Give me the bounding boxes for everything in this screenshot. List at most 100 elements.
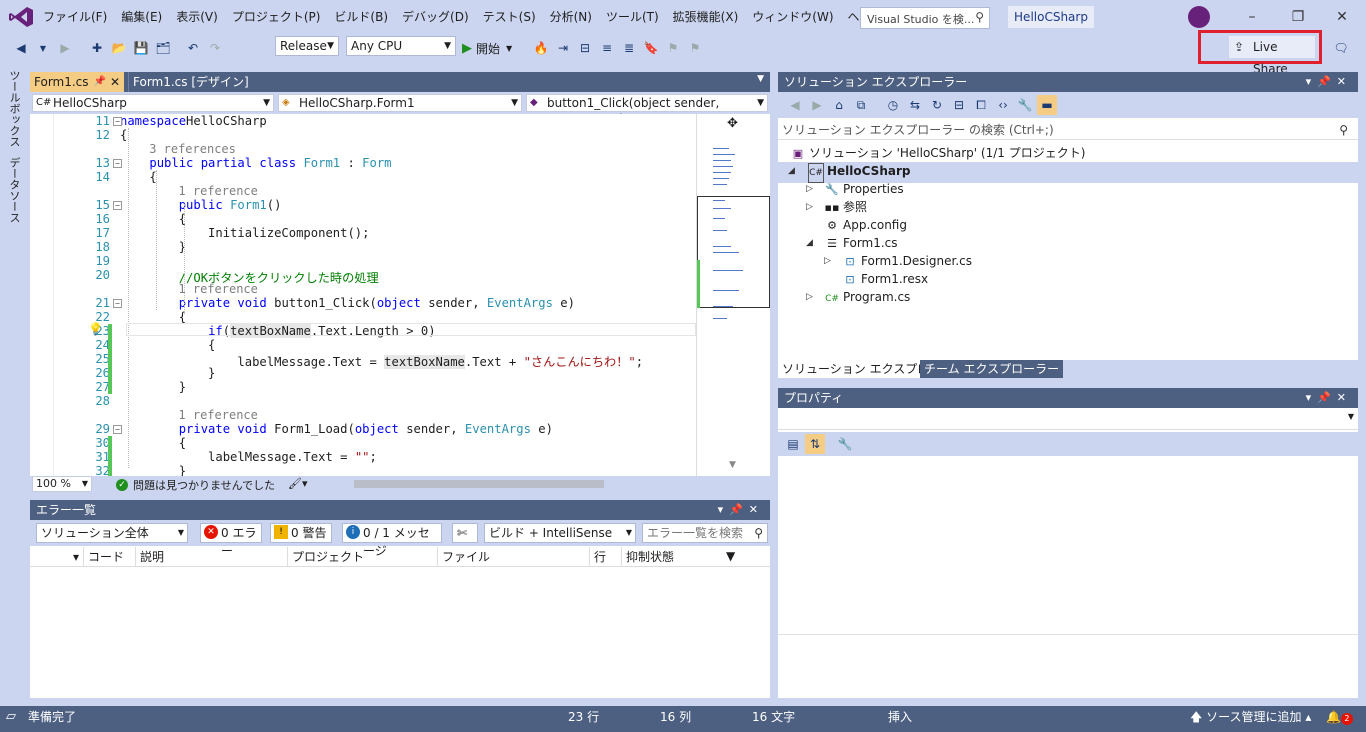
uncomment-icon[interactable]: ≣ — [619, 38, 639, 58]
member-dropdown[interactable]: ◆button1_Click(object sender, EventArgs … — [526, 94, 768, 126]
reference-count[interactable]: 1 reference — [178, 184, 257, 198]
menu-item[interactable]: 分析(N) — [543, 0, 599, 34]
breakpoint-margin[interactable] — [30, 114, 54, 476]
menu-item[interactable]: ウィンドウ(W) — [745, 0, 840, 34]
collapse-all-icon[interactable]: ⊟ — [949, 95, 969, 115]
codelens-references[interactable]: 1 reference — [178, 184, 257, 198]
expanded-icon[interactable]: ◢ — [788, 162, 795, 180]
close-button[interactable]: ✕ — [1328, 6, 1356, 28]
codelens-references[interactable]: 3 references — [149, 142, 236, 156]
minimize-button[interactable]: – — [1238, 6, 1266, 28]
panel-controls[interactable]: ▾📌✕ — [1306, 388, 1352, 408]
messages-filter[interactable]: i0 / 1 メッセージ — [342, 523, 442, 558]
next-bookmark-icon[interactable]: ⚑ — [685, 38, 705, 58]
codelens-references[interactable]: 1 reference — [178, 282, 257, 296]
reference-count[interactable]: 1 reference — [178, 282, 257, 296]
restore-button[interactable]: ❐ — [1284, 6, 1312, 28]
menu-item[interactable]: 編集(E) — [114, 0, 169, 34]
chevron-down-icon[interactable]: ▼ — [33, 38, 53, 58]
filter-icon[interactable]: ▼ — [726, 549, 735, 563]
menu-item[interactable]: 拡張機能(X) — [666, 0, 746, 34]
add-to-source-control-button[interactable]: 🡅 ソース管理に追加 ▴ — [1190, 706, 1311, 728]
pin-icon[interactable]: 📌 — [94, 72, 106, 92]
cleanup-icon[interactable]: 🖌▾ — [288, 477, 308, 490]
collapsed-icon[interactable]: ▷ — [806, 180, 813, 198]
home-icon[interactable]: ⌂ — [829, 95, 849, 115]
menu-item[interactable]: テスト(S) — [476, 0, 543, 34]
menu-item[interactable]: ファイル(F) — [36, 0, 114, 34]
solution-node[interactable]: ▣ ソリューション 'HelloCSharp' (1/1 プロジェクト) — [790, 144, 1086, 163]
tree-item-form1-designer[interactable]: ▷ ⊡ Form1.Designer.cs — [824, 252, 972, 271]
properties-wrench-icon[interactable]: 🔧 — [1015, 95, 1035, 115]
categorized-icon[interactable]: ▤ — [783, 434, 803, 454]
split-icon[interactable]: ✥ — [727, 116, 738, 131]
bookmark-icon[interactable]: 🔖 — [641, 38, 661, 58]
toolbox-tab[interactable]: ツールボックス — [6, 70, 22, 147]
navigate-back-icon[interactable]: ◀ — [11, 38, 31, 58]
codelens-references[interactable]: 1 reference — [178, 408, 257, 422]
layout-icon[interactable]: ⊟ — [575, 38, 595, 58]
warnings-filter[interactable]: ! 0 警告 — [270, 523, 332, 543]
save-icon[interactable]: 💾 — [131, 38, 151, 58]
tree-item-properties[interactable]: ▷ 🔧 Properties — [806, 180, 904, 199]
expanded-icon[interactable]: ◢ — [806, 234, 813, 252]
forward-icon[interactable]: ▶ — [807, 95, 827, 115]
comment-icon[interactable]: ≡ — [597, 38, 617, 58]
save-all-icon[interactable]: 🗂 — [153, 38, 173, 58]
show-all-files-icon[interactable]: ⧠ — [971, 95, 991, 115]
menu-item[interactable]: 表示(V) — [169, 0, 225, 34]
column-header[interactable]: 説明 — [136, 547, 288, 567]
hot-reload-icon[interactable]: 🔥 — [531, 38, 551, 58]
redo-icon[interactable]: ↷ — [205, 38, 225, 58]
fold-toggle-icon[interactable]: − — [113, 299, 122, 308]
tree-item-app-config[interactable]: ⚙ App.config — [806, 216, 907, 235]
chevron-down-icon[interactable]: ▼ — [757, 74, 764, 84]
panel-controls[interactable]: ▾📌✕ — [718, 500, 764, 520]
fold-toggle-icon[interactable]: − — [113, 159, 122, 168]
column-header[interactable]: 抑制状態 — [622, 547, 742, 567]
project-dropdown[interactable]: C# HelloCSharp ▼ — [32, 94, 274, 112]
switch-views-icon[interactable]: ⧉ — [851, 95, 871, 115]
scope-dropdown[interactable]: ソリューション全体 ▼ — [36, 523, 188, 543]
reference-count[interactable]: 1 reference — [178, 408, 257, 422]
reference-count[interactable]: 3 references — [149, 142, 236, 156]
tree-item-form1-cs[interactable]: ◢ ☰ Form1.cs — [806, 234, 898, 253]
alphabetical-icon[interactable]: ⇅ — [805, 434, 825, 454]
tab-team-explorer[interactable]: チーム エクスプローラー — [920, 360, 1064, 378]
panel-controls[interactable]: ▾📌✕ — [1306, 72, 1352, 92]
zoom-dropdown[interactable]: 100 % ▼ — [32, 476, 92, 492]
prev-bookmark-icon[interactable]: ⚑ — [663, 38, 683, 58]
datasource-tab[interactable]: データソース — [6, 157, 22, 223]
step-icon[interactable]: ⇥ — [553, 38, 573, 58]
menu-item[interactable]: ツール(T) — [599, 0, 666, 34]
open-file-icon[interactable]: 📂 — [109, 38, 129, 58]
tab-form1-design[interactable]: Form1.cs [デザイン] — [128, 72, 298, 92]
undo-icon[interactable]: ↶ — [183, 38, 203, 58]
lightbulb-icon[interactable]: 💡 — [88, 322, 103, 336]
collapsed-icon[interactable]: ▷ — [824, 252, 831, 270]
tree-item-form1-resx[interactable]: ⊡ Form1.resx — [824, 270, 928, 289]
fold-toggle-icon[interactable]: − — [113, 425, 122, 434]
object-selector[interactable]: ▼ — [778, 408, 1358, 430]
navigate-forward-icon[interactable]: ▶ — [55, 38, 75, 58]
filter-build-icon[interactable]: ✄ — [452, 523, 478, 543]
back-icon[interactable]: ◀ — [785, 95, 805, 115]
column-header[interactable]: コード — [84, 547, 136, 567]
pending-changes-icon[interactable]: ◷ — [883, 95, 903, 115]
source-dropdown[interactable]: ビルド + IntelliSense ▼ — [484, 523, 636, 543]
issues-indicator[interactable]: ✓ 問題は見つかりませんでした — [116, 477, 275, 493]
scrollbar-map[interactable]: ✥ ▼ — [696, 114, 770, 476]
preview-icon[interactable]: ▬ — [1037, 95, 1057, 115]
feedback-icon[interactable]: 🗨 — [1331, 38, 1351, 58]
property-pages-icon[interactable]: 🔧 — [835, 434, 855, 454]
tree-item-program-cs[interactable]: ▷ C# Program.cs — [806, 288, 910, 308]
collapsed-icon[interactable]: ▷ — [806, 198, 813, 216]
column-header[interactable]: プロジェクト — [288, 547, 438, 567]
vs-search-box[interactable]: Visual Studio を検... ⚲ — [860, 7, 990, 29]
output-window-icon[interactable]: ▱ — [6, 706, 16, 728]
chevron-down-icon[interactable]: ▼ — [729, 460, 736, 470]
refresh-icon[interactable]: ↻ — [927, 95, 947, 115]
column-header[interactable]: ファイル — [438, 547, 590, 567]
fold-toggle-icon[interactable]: − — [113, 117, 122, 126]
sync-icon[interactable]: ⇆ — [905, 95, 925, 115]
